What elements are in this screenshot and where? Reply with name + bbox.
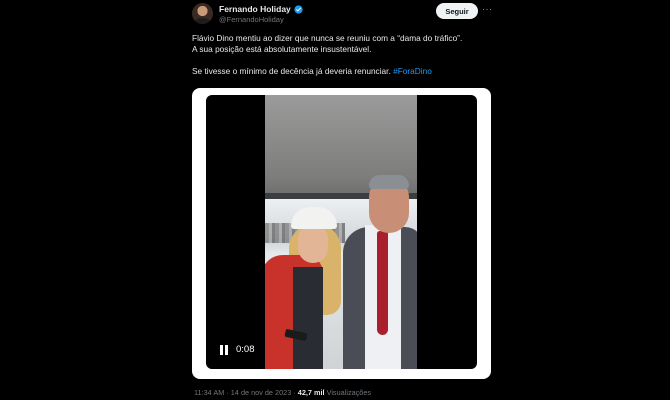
hashtag-link[interactable]: #ForaDino: [393, 66, 432, 76]
tweet-text-line-1: Flávio Dino mentiu ao dizer que nunca se…: [192, 33, 463, 43]
author-name-row: Fernando Holiday: [219, 4, 303, 14]
tweet-card: Fernando Holiday @FernandoHoliday Seguir…: [180, 0, 500, 400]
tweet-text-line-3: Se tivesse o mínimo de decência já dever…: [192, 66, 492, 77]
views-label: Visualizações: [326, 388, 372, 397]
media-frame: 0:08: [192, 88, 491, 379]
tweet-text: Flávio Dino mentiu ao dizer que nunca se…: [192, 33, 492, 78]
more-options-icon[interactable]: ···: [482, 4, 493, 14]
post-time[interactable]: 11:34 AM: [194, 388, 224, 397]
tweet-text-line-3-body: Se tivesse o mínimo de decência já dever…: [192, 66, 391, 77]
verified-badge-icon: [294, 4, 303, 14]
tweet-meta: 11:34 AM · 14 de nov de 2023 · 42,7 mil …: [194, 388, 371, 397]
tweet-text-line-2: A sua posição está absolutamente insuste…: [192, 44, 372, 55]
video-frame-image: [265, 95, 417, 369]
author-handle[interactable]: @FernandoHoliday: [219, 15, 284, 24]
author-display-name[interactable]: Fernando Holiday: [219, 4, 291, 14]
follow-button[interactable]: Seguir: [436, 3, 478, 19]
avatar[interactable]: [192, 3, 213, 24]
views-count: 42,7 mil: [297, 388, 325, 397]
pause-icon[interactable]: [220, 345, 229, 355]
post-date[interactable]: 14 de nov de 2023: [231, 388, 291, 397]
video-timestamp: 0:08: [236, 344, 255, 355]
video-player[interactable]: 0:08: [206, 95, 477, 369]
